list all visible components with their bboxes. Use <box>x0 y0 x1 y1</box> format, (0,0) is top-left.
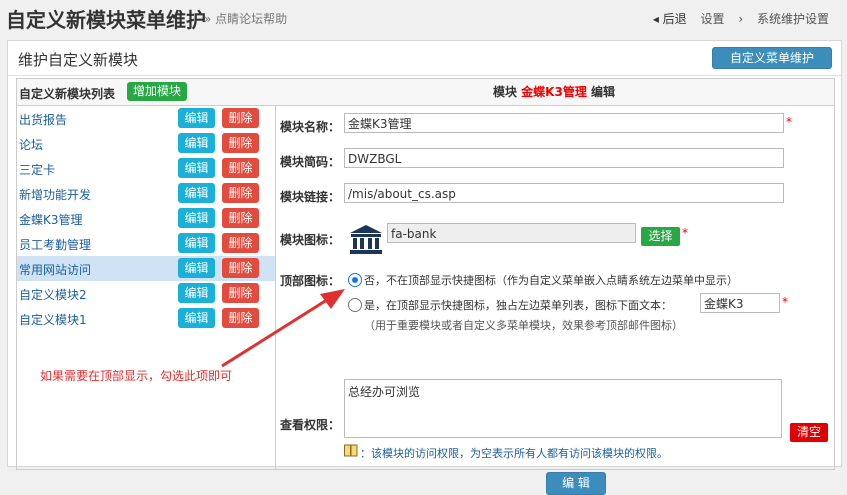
custom-menu-button[interactable]: 自定义菜单维护 <box>712 47 832 69</box>
header-module-name: 金蝶K3管理 <box>521 85 587 99</box>
edit-module-button[interactable]: 编辑 <box>178 158 215 178</box>
delete-module-button[interactable]: 删除 <box>222 283 259 303</box>
module-list-panel: 自定义新模块列表 增加模块 出货报告 编辑 删除 论坛 编辑 删除 三定卡 编辑 删除 新增功能开… <box>16 78 276 470</box>
module-name-link[interactable]: 新增功能开发 <box>19 186 91 203</box>
module-list-item: 金蝶K3管理 编辑 删除 <box>17 206 275 231</box>
system-settings-link[interactable]: 系统维护设置 <box>757 12 829 26</box>
module-list-header: 自定义新模块列表 增加模块 <box>17 79 275 106</box>
module-list-item: 员工考勤管理 编辑 删除 <box>17 231 275 256</box>
module-link-label: 模块链接： <box>280 190 341 204</box>
bank-icon <box>350 225 382 254</box>
required-mark: * <box>782 295 788 309</box>
module-list-item: 自定义模块1 编辑 删除 <box>17 306 275 331</box>
module-name-link[interactable]: 员工考勤管理 <box>19 236 91 253</box>
edit-module-button[interactable]: 编辑 <box>178 258 215 278</box>
top-bar: 自定义新模块菜单维护 » 点睛论坛帮助 ◂ 后退 设置 › 系统维护设置 <box>0 0 847 36</box>
edit-module-button[interactable]: 编辑 <box>178 108 215 128</box>
top-icon-option-yes-text: 是，在顶部显示快捷图标，独占左边菜单列表，图标下面文本： <box>364 299 672 312</box>
submit-edit-button[interactable]: 编 辑 <box>546 472 606 495</box>
module-short-code-label: 模块简码： <box>280 155 341 169</box>
edit-form-header: 模块 金蝶K3管理 编辑 <box>274 79 834 106</box>
top-icon-option-no-radio[interactable] <box>348 273 362 287</box>
module-name-link[interactable]: 三定卡 <box>19 161 55 178</box>
permission-textarea[interactable]: 总经办可浏览 <box>344 379 782 438</box>
module-list-item: 自定义模块2 编辑 删除 <box>17 281 275 306</box>
top-icon-yes-note: （用于重要模块或者自定义多菜单模块，效果参考顶部邮件图标） <box>364 319 683 332</box>
top-icon-option-yes-radio[interactable] <box>348 298 362 312</box>
module-list: 出货报告 编辑 删除 论坛 编辑 删除 三定卡 编辑 删除 新增功能开发 编辑 删除 金蝶K3管理 编辑删… <box>17 106 275 331</box>
module-list-item: 出货报告 编辑 删除 <box>17 106 275 131</box>
annotation-text: 如果需要在顶部显示，勾选此项即可 <box>40 369 233 383</box>
permission-hint: ：该模块的访问权限，为空表示所有人都有访问该模块的权限。 <box>360 447 668 460</box>
required-mark: * <box>786 115 792 129</box>
module-name-link[interactable]: 金蝶K3管理 <box>19 211 83 228</box>
module-list-item: 三定卡 编辑 删除 <box>17 156 275 181</box>
delete-module-button[interactable]: 删除 <box>222 183 259 203</box>
delete-module-button[interactable]: 删除 <box>222 233 259 253</box>
choose-icon-button[interactable]: 选择 <box>641 227 680 246</box>
settings-link[interactable]: 设置 <box>701 12 725 26</box>
module-edit-form: 模块 金蝶K3管理 编辑 模块名称： 金蝶K3管理 * 模块简码： DWZBGL… <box>274 78 835 495</box>
panel-title: 维护自定义新模块 <box>18 51 139 69</box>
edit-module-button[interactable]: 编辑 <box>178 208 215 228</box>
edit-module-button[interactable]: 编辑 <box>178 133 215 153</box>
module-name-link[interactable]: 自定义模块1 <box>19 311 87 328</box>
clear-permission-button[interactable]: 清空 <box>790 423 828 442</box>
app-subtitle-link[interactable]: » 点睛论坛帮助 <box>204 10 287 27</box>
top-icon-label: 顶部图标： <box>280 274 341 288</box>
module-icon-label: 模块图标： <box>280 233 341 247</box>
delete-module-button[interactable]: 删除 <box>222 208 259 228</box>
edit-module-button[interactable]: 编辑 <box>178 308 215 328</box>
module-name-label: 模块名称： <box>280 120 341 134</box>
app-title: 自定义新模块菜单维护 <box>6 8 206 32</box>
back-link[interactable]: ◂ 后退 <box>653 12 687 26</box>
delete-module-button[interactable]: 删除 <box>222 308 259 328</box>
module-name-link[interactable]: 论坛 <box>19 136 43 153</box>
header-suffix: 编辑 <box>591 85 616 99</box>
book-icon <box>344 444 358 457</box>
module-short-code-input[interactable]: DWZBGL <box>344 148 784 168</box>
module-list-item: 常用网站访问 编辑 删除 <box>17 256 275 281</box>
edit-module-button[interactable]: 编辑 <box>178 183 215 203</box>
delete-module-button[interactable]: 删除 <box>222 158 259 178</box>
top-icon-option-no-text: 否，不在顶部显示快捷图标（作为自定义菜单嵌入点睛系统左边菜单中显示） <box>364 274 738 287</box>
top-icon-text-input[interactable]: 金蝶K3 <box>700 293 780 313</box>
module-name-link[interactable]: 常用网站访问 <box>19 261 91 278</box>
delete-module-button[interactable]: 删除 <box>222 108 259 128</box>
required-mark: * <box>682 226 688 240</box>
add-module-button[interactable]: 增加模块 <box>127 82 187 101</box>
module-name-link[interactable]: 自定义模块2 <box>19 286 87 303</box>
module-icon-input[interactable]: fa-bank <box>387 223 636 243</box>
module-list-title: 自定义新模块列表 <box>19 87 116 101</box>
header-prefix: 模块 <box>492 85 517 99</box>
edit-module-button[interactable]: 编辑 <box>178 233 215 253</box>
top-nav: ◂ 后退 设置 › 系统维护设置 <box>643 10 829 27</box>
module-name-input[interactable]: 金蝶K3管理 <box>344 113 784 133</box>
module-list-item: 新增功能开发 编辑 删除 <box>17 181 275 206</box>
delete-module-button[interactable]: 删除 <box>222 133 259 153</box>
module-link-input[interactable]: /mis/about_cs.asp <box>344 183 784 203</box>
breadcrumb-separator: › <box>738 12 744 26</box>
main-panel: 维护自定义新模块 自定义菜单维护 自定义新模块列表 增加模块 出货报告 编辑 删除论… <box>7 40 842 495</box>
module-list-item: 论坛 编辑 删除 <box>17 131 275 156</box>
panel-header: 维护自定义新模块 自定义菜单维护 <box>8 41 841 76</box>
module-name-link[interactable]: 出货报告 <box>19 111 67 128</box>
edit-module-button[interactable]: 编辑 <box>178 283 215 303</box>
permission-label: 查看权限： <box>280 418 341 432</box>
delete-module-button[interactable]: 删除 <box>222 258 259 278</box>
